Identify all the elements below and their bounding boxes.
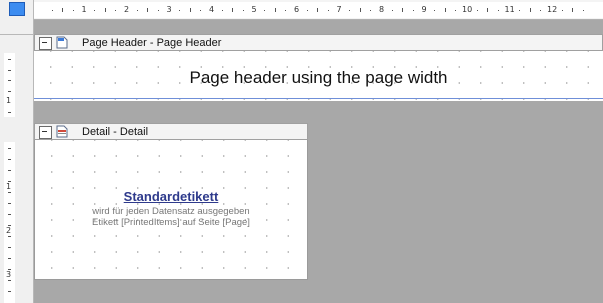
ruler-number: 5 — [251, 5, 257, 14]
ruler-tick — [8, 159, 11, 160]
ruler-tick — [455, 10, 457, 11]
vertical-ruler-detail-scale: 1 2 3 — [4, 142, 15, 303]
ruler-tick — [8, 111, 11, 113]
ruler-number: 1 — [6, 96, 12, 105]
ruler-tick — [487, 8, 489, 12]
ruler-tick — [157, 10, 159, 11]
ruler-tick — [8, 258, 11, 259]
ruler-tick — [274, 8, 276, 12]
label-title: Standardetikett — [123, 189, 219, 204]
ruler-tick — [115, 10, 117, 11]
ruler-tick — [476, 10, 478, 11]
ruler-tick — [8, 170, 11, 171]
horizontal-ruler-scale: 1 2 3 4 5 6 7 8 9 10 11 12 — [34, 2, 603, 18]
blue-square-icon[interactable] — [9, 2, 25, 16]
ruler-tick — [104, 8, 106, 12]
ruler-tick — [51, 10, 53, 11]
page-header-title[interactable]: Page header using the page width — [34, 68, 603, 88]
label-line-1: wird für jeden Datensatz ausgegeben — [92, 206, 250, 217]
ruler-number: 3 — [166, 5, 172, 14]
ruler-tick — [242, 10, 244, 11]
ruler-number: 10 — [462, 5, 473, 14]
ruler-number: 8 — [379, 5, 385, 14]
label-block[interactable]: Standardetikett wird für jeden Datensatz… — [35, 189, 307, 228]
ruler-tick — [147, 8, 149, 12]
ruler-tick — [189, 8, 191, 12]
ruler-tick — [391, 10, 393, 11]
ruler-tick — [8, 247, 11, 248]
ruler-tick — [412, 10, 414, 11]
detail-section-icon — [56, 125, 68, 138]
ruler-tick — [8, 148, 11, 149]
ruler-tick — [179, 10, 181, 11]
ruler-tick — [8, 291, 11, 292]
ruler-number: 2 — [6, 226, 12, 235]
collapse-minus-icon[interactable] — [39, 126, 52, 139]
ruler-tick — [8, 203, 11, 204]
ruler-tick — [519, 10, 521, 11]
ruler-tick — [8, 192, 11, 193]
label-line-2: Etikett [PrintedItems] auf Seite [Page] — [92, 217, 250, 228]
ruler-tick — [359, 8, 361, 12]
ruler-tick — [370, 10, 372, 11]
detail-section-label: Detail - Detail — [82, 126, 149, 138]
collapse-minus-icon[interactable] — [39, 37, 52, 50]
ruler-tick — [349, 10, 351, 11]
ruler-tick — [582, 10, 584, 11]
ruler-tick — [200, 10, 202, 11]
page-header-section-label: Page Header - Page Header — [82, 37, 222, 49]
ruler-tick — [434, 10, 436, 11]
ruler-tick — [306, 10, 308, 11]
ruler-tick — [402, 8, 404, 12]
ruler-tick — [94, 10, 96, 11]
ruler-number: 1 — [81, 5, 87, 14]
ruler-number: 7 — [336, 5, 342, 14]
ruler-tick — [529, 8, 531, 12]
ruler-tick — [264, 10, 266, 11]
ruler-tick — [8, 69, 11, 71]
ruler-tick — [572, 8, 574, 12]
ruler-tick — [72, 10, 74, 11]
ruler-number: 2 — [124, 5, 130, 14]
ruler-tick — [232, 8, 234, 12]
ruler-tick — [327, 10, 329, 11]
ruler-number: 4 — [209, 5, 215, 14]
ruler-tick — [285, 10, 287, 11]
ruler-tick — [8, 214, 11, 215]
ruler-number: 11 — [504, 5, 515, 14]
detail-body[interactable]: Standardetikett wird für jeden Datensatz… — [34, 140, 308, 280]
ruler-tick — [136, 10, 138, 11]
ruler-tick — [8, 80, 11, 81]
page-header-section-bar[interactable]: Page Header - Page Header — [34, 34, 603, 51]
ruler-tick — [540, 10, 542, 11]
ruler-number: 12 — [547, 5, 558, 14]
ruler-tick — [221, 10, 223, 11]
ruler-number: 6 — [294, 5, 300, 14]
ruler-tick — [8, 90, 11, 92]
horizontal-ruler: 1 2 3 4 5 6 7 8 9 10 11 12 — [34, 0, 603, 20]
ruler-tick — [497, 10, 499, 11]
ruler-tick — [62, 8, 64, 12]
page-header-icon — [56, 36, 68, 49]
vertical-ruler-header-scale: 1 — [4, 53, 15, 117]
ruler-number: 9 — [421, 5, 427, 14]
page-header-body[interactable]: Page header using the page width — [34, 51, 603, 101]
ruler-tick — [8, 59, 11, 60]
page-header-separator — [34, 98, 603, 99]
ruler-tick — [8, 236, 11, 237]
vertical-ruler: 1 1 2 3 — [0, 35, 34, 303]
ruler-tick — [8, 280, 11, 281]
ruler-number: 1 — [6, 182, 12, 191]
ruler-tick — [561, 10, 563, 11]
ruler-number: 3 — [6, 270, 12, 279]
ruler-tick — [444, 8, 446, 12]
detail-section-bar[interactable]: Detail - Detail — [34, 123, 308, 140]
ruler-tick — [317, 8, 319, 12]
